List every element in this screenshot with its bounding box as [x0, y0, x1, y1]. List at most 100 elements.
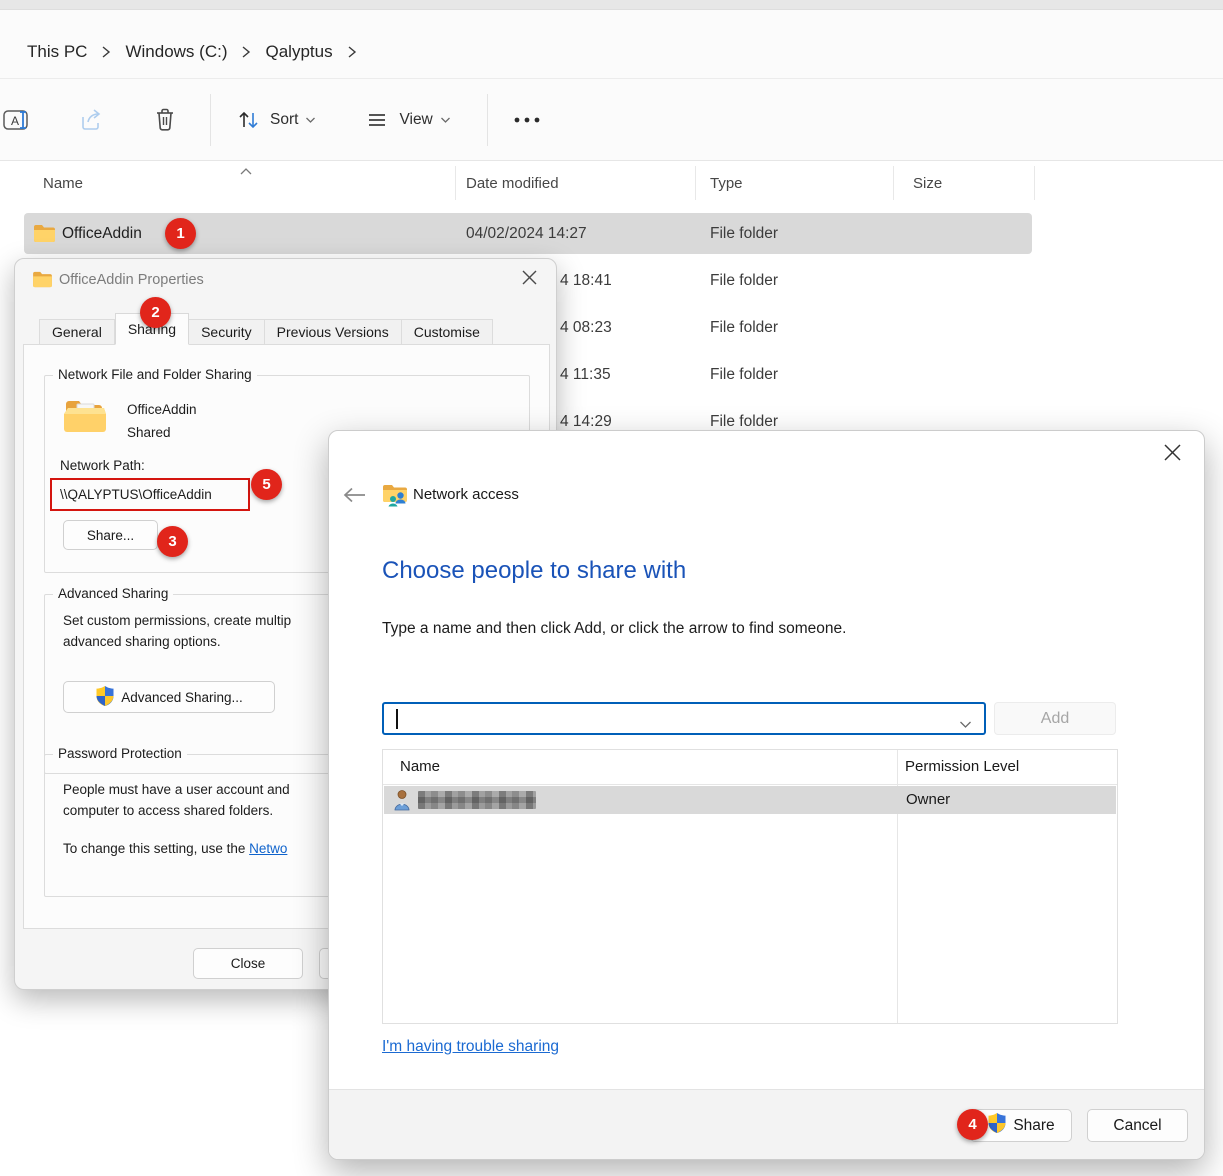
close-button[interactable]: Close	[193, 948, 303, 979]
column-header-name[interactable]: Name	[400, 758, 440, 775]
close-icon[interactable]	[1163, 443, 1182, 467]
breadcrumb-windows-c[interactable]: Windows (C:)	[125, 42, 227, 62]
file-type: File folder	[710, 258, 778, 303]
dialog-title: OfficeAddin Properties	[59, 272, 204, 288]
cancel-button[interactable]: Cancel	[1087, 1109, 1188, 1142]
advanced-sharing-text-line1: Set custom permissions, create multip	[63, 613, 291, 628]
network-share-folder-icon	[382, 483, 409, 512]
dialog-title: Network access	[413, 486, 519, 503]
network-access-dialog: Network access Choose people to share wi…	[328, 430, 1205, 1160]
breadcrumb: This PC Windows (C:) Qalyptus	[27, 42, 357, 62]
column-headers: Name Date modified Type Size	[0, 163, 1223, 207]
shared-folder-icon	[63, 398, 107, 440]
window-top-strip	[0, 0, 1223, 10]
permissions-table-header: Name Permission Level	[383, 750, 1117, 785]
column-header-date-modified[interactable]: Date modified	[466, 175, 559, 192]
more-options-icon[interactable]	[512, 105, 542, 135]
column-separator[interactable]	[1034, 166, 1035, 200]
column-separator[interactable]	[893, 166, 894, 200]
delete-icon[interactable]	[150, 105, 180, 135]
folder-icon	[33, 211, 56, 256]
share-button-properties[interactable]: Share...	[63, 520, 158, 550]
column-header-size[interactable]: Size	[913, 175, 942, 192]
view-icon	[362, 105, 392, 135]
column-separator[interactable]	[695, 166, 696, 200]
view-label: View	[399, 111, 432, 129]
shared-folder-name: OfficeAddin	[127, 402, 197, 417]
breadcrumb-bar: This PC Windows (C:) Qalyptus	[0, 10, 1223, 78]
column-separator[interactable]	[455, 166, 456, 200]
chevron-down-icon[interactable]	[959, 716, 972, 734]
file-type: File folder	[710, 305, 778, 350]
folder-icon	[32, 271, 53, 293]
group-label: Advanced Sharing	[53, 586, 173, 601]
people-combobox[interactable]	[382, 702, 986, 735]
chevron-down-icon	[305, 111, 316, 129]
password-protection-line1: People must have a user account and	[63, 782, 290, 797]
page-heading: Choose people to share with	[382, 557, 686, 585]
chevron-down-icon	[440, 111, 451, 129]
breadcrumb-chevron-icon[interactable]	[347, 45, 357, 59]
text-cursor	[396, 709, 398, 729]
file-date: 4 08:23	[560, 305, 612, 350]
network-path-highlight-box: \\QALYPTUS\OfficeAddin	[50, 478, 250, 511]
table-row[interactable]: Owner	[384, 786, 1116, 814]
annotation-badge-5: 5	[251, 469, 282, 500]
password-protection-line2: computer to access shared folders.	[63, 803, 273, 818]
breadcrumb-chevron-icon[interactable]	[101, 45, 111, 59]
add-button[interactable]: Add	[994, 702, 1116, 735]
rename-icon[interactable]: A	[2, 105, 32, 135]
svg-text:A: A	[11, 114, 19, 128]
back-arrow-icon[interactable]	[343, 487, 367, 508]
tab-security[interactable]: Security	[189, 319, 265, 345]
user-icon	[393, 789, 411, 816]
column-header-permission-level[interactable]: Permission Level	[905, 758, 1019, 775]
toolbar-separator	[210, 94, 211, 146]
dialog-footer: Share Cancel	[329, 1089, 1204, 1160]
advanced-sharing-button-label: Advanced Sharing...	[121, 690, 243, 705]
sort-icon	[233, 105, 263, 135]
password-protection-line3: To change this setting, use the Netwo	[63, 841, 287, 856]
file-date: 4 18:41	[560, 258, 612, 303]
breadcrumb-this-pc[interactable]: This PC	[27, 42, 87, 62]
share-icon[interactable]	[77, 105, 107, 135]
network-sharing-centre-link[interactable]: Netwo	[249, 841, 287, 856]
advanced-sharing-text-line2: advanced sharing options.	[63, 634, 221, 649]
divider	[0, 160, 1223, 161]
tab-customise[interactable]: Customise	[402, 319, 493, 345]
breadcrumb-chevron-icon[interactable]	[241, 45, 251, 59]
group-label: Network File and Folder Sharing	[53, 367, 257, 382]
permissions-table: Name Permission Level Owner	[382, 749, 1118, 1024]
share-button-label: Share	[1013, 1117, 1054, 1135]
breadcrumb-qalyptus[interactable]: Qalyptus	[265, 42, 332, 62]
shared-state: Shared	[127, 425, 171, 440]
permission-level-value: Owner	[906, 791, 950, 808]
explorer-window: This PC Windows (C:) Qalyptus A Sort	[0, 0, 1223, 1176]
setting-text: To change this setting, use the	[63, 841, 249, 856]
network-path-value: \\QALYPTUS\OfficeAddin	[60, 487, 212, 502]
view-button[interactable]: View	[362, 105, 450, 135]
column-header-type[interactable]: Type	[710, 175, 743, 192]
file-date: 4 11:35	[560, 352, 611, 397]
close-icon[interactable]	[521, 269, 538, 291]
tab-previous-versions[interactable]: Previous Versions	[265, 319, 402, 345]
annotation-badge-1: 1	[165, 218, 196, 249]
redacted-user-name	[418, 791, 536, 809]
uac-shield-icon	[95, 685, 115, 710]
tab-strip: General Sharing Security Previous Versio…	[39, 313, 493, 345]
toolbar-separator	[487, 94, 488, 146]
network-path-label: Network Path:	[60, 458, 145, 473]
file-type: File folder	[710, 211, 778, 256]
tab-general[interactable]: General	[39, 319, 115, 345]
instruction-text: Type a name and then click Add, or click…	[382, 620, 846, 638]
advanced-sharing-button[interactable]: Advanced Sharing...	[63, 681, 275, 713]
trouble-sharing-link[interactable]: I'm having trouble sharing	[382, 1038, 559, 1056]
column-header-name[interactable]: Name	[43, 175, 83, 192]
uac-shield-icon	[987, 1112, 1007, 1139]
toolbar: A Sort View	[0, 79, 1223, 160]
file-type: File folder	[710, 352, 778, 397]
sort-button[interactable]: Sort	[233, 105, 316, 135]
sort-label: Sort	[270, 111, 298, 129]
annotation-badge-3: 3	[157, 526, 188, 557]
file-date: 04/02/2024 14:27	[466, 211, 587, 256]
